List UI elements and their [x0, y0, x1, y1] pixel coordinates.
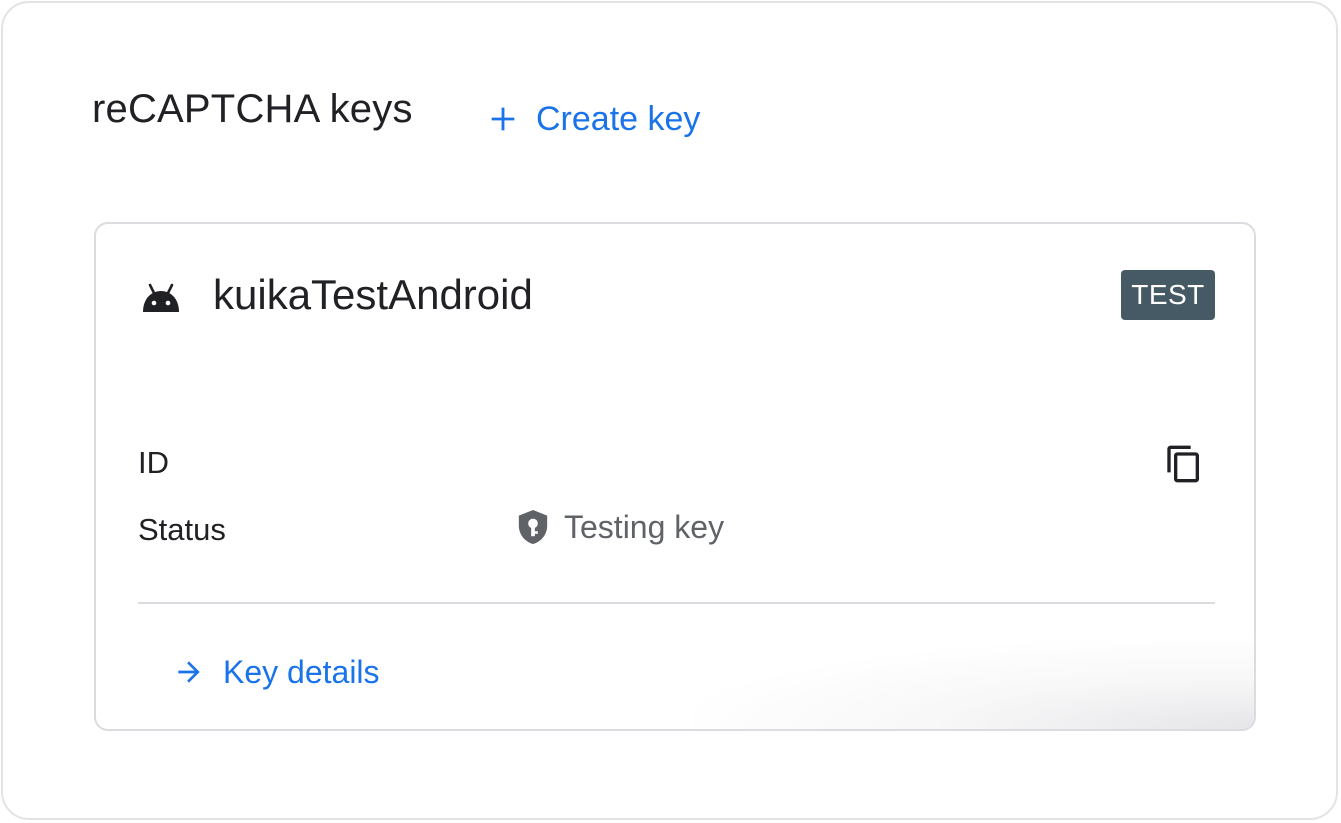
recaptcha-keys-panel: reCAPTCHA keys Create key kuikaTestAndro… — [1, 1, 1338, 820]
shield-key-icon — [518, 510, 548, 544]
page-title: reCAPTCHA keys — [92, 87, 413, 131]
status-text: Testing key — [564, 508, 725, 545]
key-details-link[interactable]: Key details — [171, 648, 380, 696]
key-card: kuikaTestAndroid TEST ID Status Testing … — [94, 222, 1256, 731]
key-name: kuikaTestAndroid — [213, 271, 533, 318]
android-icon — [143, 283, 179, 312]
card-shadow — [694, 639, 1254, 729]
arrow-right-icon — [178, 661, 200, 683]
card-divider — [138, 602, 1215, 604]
status-label: Status — [138, 512, 226, 547]
create-key-button[interactable]: Create key — [486, 95, 700, 143]
status-value: Testing key — [516, 508, 724, 546]
plus-icon — [491, 107, 515, 131]
test-badge: TEST — [1121, 270, 1215, 320]
key-details-label: Key details — [223, 653, 380, 690]
id-label: ID — [138, 445, 169, 480]
copy-icon[interactable] — [1164, 442, 1204, 486]
create-key-label: Create key — [536, 99, 701, 138]
